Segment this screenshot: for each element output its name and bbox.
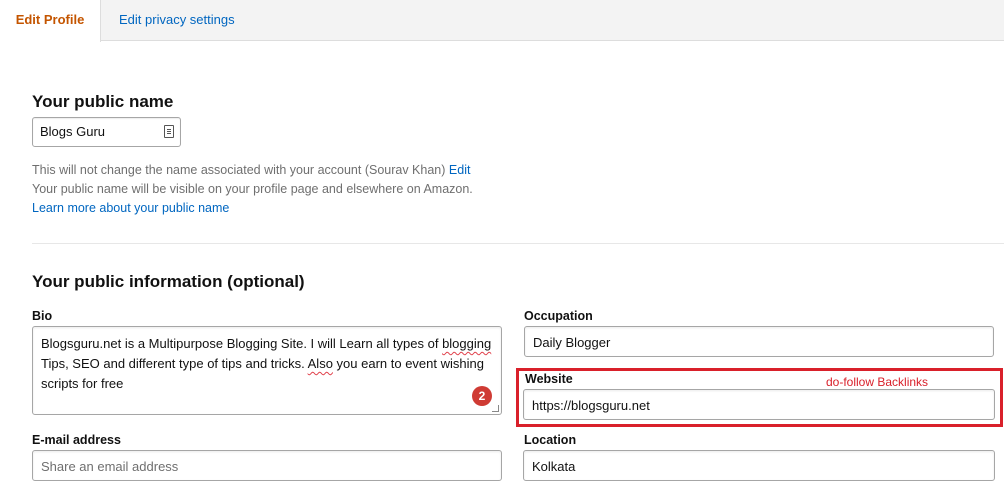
- location-label: Location: [524, 433, 577, 447]
- bio-label: Bio: [32, 309, 53, 323]
- resize-handle[interactable]: [492, 405, 499, 412]
- bio-text: Blogsguru.net is a Multipurpose Blogging…: [41, 334, 493, 394]
- public-name-note-2: Your public name will be visible on your…: [32, 182, 473, 196]
- account-name-note: This will not change the name associated…: [32, 163, 446, 177]
- public-info-heading: Your public information (optional): [32, 272, 305, 291]
- do-follow-annotation: do-follow Backlinks: [826, 375, 929, 389]
- public-name-input[interactable]: Blogs Guru: [32, 117, 181, 147]
- occupation-label: Occupation: [524, 309, 593, 323]
- bio-text-part: Blogsguru.net is a Multipurpose Blogging…: [41, 336, 443, 351]
- bio-spellcheck-word: blogging: [442, 336, 492, 351]
- website-input[interactable]: https://blogsguru.net: [523, 389, 995, 420]
- occupation-value: Daily Blogger: [533, 335, 611, 350]
- bio-spellcheck-word: Also: [307, 356, 333, 371]
- website-value: https://blogsguru.net: [532, 398, 650, 413]
- email-placeholder: Share an email address: [41, 459, 179, 474]
- email-label: E-mail address: [32, 433, 121, 447]
- location-value: Kolkata: [532, 459, 576, 474]
- occupation-input[interactable]: Daily Blogger: [524, 326, 994, 357]
- bio-textarea[interactable]: Blogsguru.net is a Multipurpose Blogging…: [32, 326, 502, 415]
- tab-bar: Edit Profile Edit privacy settings: [0, 0, 1004, 42]
- public-name-heading: Your public name: [32, 92, 174, 111]
- tab-edit-privacy-settings[interactable]: Edit privacy settings: [119, 0, 235, 41]
- public-name-note-1: This will not change the name associated…: [32, 163, 470, 177]
- contact-card-icon: [164, 125, 174, 138]
- tab-edit-profile[interactable]: Edit Profile: [0, 0, 101, 42]
- public-name-value: Blogs Guru: [40, 124, 106, 139]
- email-input[interactable]: Share an email address: [32, 450, 502, 481]
- website-label: Website: [525, 372, 573, 386]
- edit-account-name-link[interactable]: Edit: [449, 163, 471, 177]
- grammar-count-badge[interactable]: 2: [472, 386, 492, 406]
- learn-more-public-name-link[interactable]: Learn more about your public name: [32, 201, 229, 215]
- location-input[interactable]: Kolkata: [523, 450, 995, 481]
- bio-text-part: Tips, SEO and different type of tips and…: [41, 356, 308, 371]
- section-divider: [32, 243, 1004, 244]
